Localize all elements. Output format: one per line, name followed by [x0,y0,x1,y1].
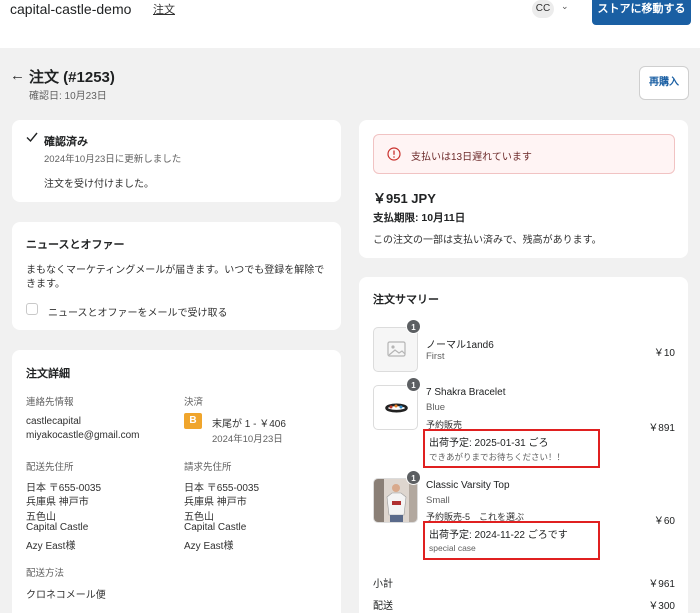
shipping-row: 配送 ￥300 [373,597,675,612]
billing-address-line: Capital Castle [184,522,247,533]
shipping-cost-value: ￥300 [648,601,675,612]
go-to-store-button[interactable]: ストアに移動する [592,0,691,25]
billing-address-line: 兵庫県 神戸市 [184,497,247,508]
reorder-button[interactable]: 再購入 [639,66,689,100]
contact-label: 連絡先情報 [26,397,74,408]
item-name: 7 Shakra Bracelet [426,387,506,398]
order-details-card: 注文詳細 連絡先情報 castlecapital miyakocastle@gm… [12,350,341,613]
shipping-note: special case [429,543,476,553]
newsletter-checkbox[interactable] [26,303,38,315]
store-name[interactable]: capital-castle-demo [10,1,131,17]
newsletter-checkbox-label[interactable]: ニュースとオファーをメールで受け取る [48,304,228,319]
news-title: ニュースとオファー [26,239,125,251]
balance-note: この注文の一部は支払い済みで、残高があります。 [373,235,602,246]
item-name: ノーマル1and6 [426,340,494,351]
shipping-estimate: 出荷予定: 2024-11-22 ごろです [429,530,568,541]
shipping-address-line: 日本 〒655-0035 [26,483,102,494]
alert-circle-icon [387,147,401,161]
top-bar: capital-castle-demo 注文 CC ⌄ ストアに移動する [0,0,700,48]
payment-status-card: 支払いは13日遅れています ￥951 JPY 支払期限: 10月11日 この注文… [359,120,688,258]
subtotal-value: ￥961 [648,579,675,590]
payment-date: 2024年10月23日 [212,434,283,445]
quantity-badge: 1 [406,470,421,485]
shipping-estimate-box: 出荷予定: 2024-11-22 ごろです special case [423,521,600,560]
item-price: ￥60 [653,516,675,527]
balance-amount: ￥951 JPY [373,191,436,206]
contact-name: castlecapital [26,416,82,427]
shipping-method-label: 配送方法 [26,568,65,579]
chevron-down-icon[interactable]: ⌄ [561,1,569,12]
back-arrow-icon[interactable]: ← [10,67,25,84]
checkmark-icon [26,132,38,143]
contact-email: miyakocastle@gmail.com [26,430,140,441]
payment-label: 決済 [184,397,204,408]
status-message: 注文を受け付けました。 [44,179,154,190]
item-variant: Small [426,495,450,506]
page-subtitle: 確認日: 10月23日 [29,91,107,102]
bracelet-image [385,403,408,413]
item-variant: First [426,351,445,362]
shipping-estimate-box: 出荷予定: 2025-01-31 ごろ できあがりまでお待ちください！！ [423,429,600,468]
varsity-top-image [374,479,417,522]
page-title: 注文 (#1253) [29,69,115,86]
shipping-address-line: Capital Castle [26,522,89,533]
shipping-address-line: 五色山 [26,512,56,523]
order-summary-card: 注文サマリー 1 ノーマル1and6 First ￥10 1 7 Shakra … [359,277,688,613]
item-price: ￥891 [648,423,675,434]
shipping-cost-label: 配送 [373,601,393,612]
payment-text: 末尾が 1 - ￥406 [212,419,286,430]
status-updated: 2024年10月23日に更新しました [44,154,182,165]
account-avatar[interactable]: CC [532,0,554,18]
payment-due: 支払期限: 10月11日 [373,212,466,224]
payment-method-icon: B [184,413,202,429]
shipping-method-value: クロネコメール便 [26,590,106,601]
details-title: 注文詳細 [26,368,70,380]
quantity-badge: 1 [406,377,421,392]
billing-address-label: 請求先住所 [184,462,232,473]
image-placeholder-icon [387,341,406,357]
item-price: ￥10 [653,348,675,359]
payment-overdue-alert: 支払いは13日遅れています [373,134,675,174]
summary-title: 注文サマリー [373,294,439,306]
item-name: Classic Varsity Top [426,480,510,491]
billing-address-line: 日本 〒655-0035 [184,483,260,494]
billing-address-line: 五色山 [184,512,214,523]
news-description: まもなくマーケティングメールが届きます。いつでも登録を解除できます。 [26,265,325,290]
status-title: 確認済み [44,136,88,148]
shipping-estimate: 出荷予定: 2025-01-31 ごろ [429,438,549,449]
item-variant: Blue [426,402,446,413]
status-card: 確認済み 2024年10月23日に更新しました 注文を受け付けました。 [12,120,341,202]
subtotal-label: 小計 [373,579,393,590]
shipping-note: できあがりまでお待ちください！！ [429,452,566,462]
billing-address-line: Azy East様 [184,541,234,552]
alert-text: 支払いは13日遅れています [411,152,532,163]
quantity-badge: 1 [406,319,421,334]
shipping-address-line: 兵庫県 神戸市 [26,497,89,508]
subtotal-row: 小計 ￥961 [373,575,675,590]
orders-nav-link[interactable]: 注文 [153,1,175,17]
news-card: ニュースとオファー まもなくマーケティングメールが届きます。いつでも登録を解除で… [12,222,341,330]
shipping-address-line: Azy East様 [26,541,76,552]
shipping-address-label: 配送先住所 [26,462,74,473]
